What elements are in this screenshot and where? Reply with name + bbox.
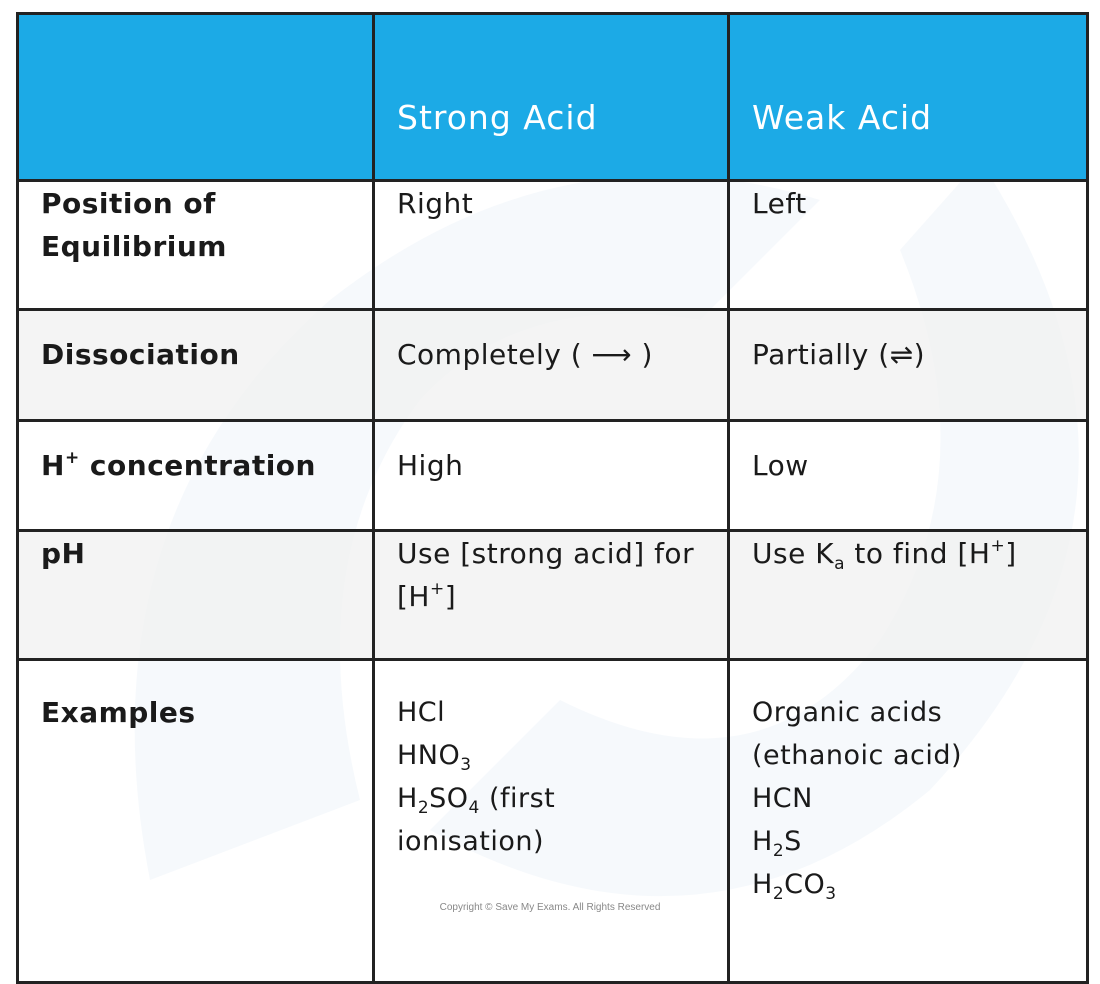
row-label: H+ concentration	[16, 419, 375, 532]
weak-value: Low	[727, 419, 1089, 532]
header-row: Strong Acid Weak Acid	[16, 12, 1089, 182]
example-item: HCl	[397, 697, 446, 728]
example-item: H2S	[752, 826, 802, 861]
row-dissociation: Dissociation Completely ( ⟶ ) Partially …	[16, 308, 1089, 422]
row-label: pH	[16, 529, 375, 661]
weak-value: Left	[727, 179, 1089, 311]
row-position-of-equilibrium: Position of Equilibrium Right Left	[16, 179, 1089, 311]
strong-value: High	[372, 419, 730, 532]
strong-value: Completely ( ⟶ )	[372, 308, 730, 422]
strong-examples: HCl HNO3 H2SO4 (first ionisation)	[372, 658, 730, 984]
example-item: HCN	[752, 783, 813, 814]
strong-value: Right	[372, 179, 730, 311]
weak-value: Use Ka to find [H+]	[727, 529, 1089, 661]
row-label: Position of Equilibrium	[16, 179, 375, 311]
weak-examples: Organic acids (ethanoic acid) HCN H2S H2…	[727, 658, 1089, 984]
row-h-concentration: H+ concentration High Low	[16, 419, 1089, 532]
example-item: HNO3	[397, 740, 472, 775]
example-item: H2CO3	[752, 869, 837, 904]
header-weak-acid: Weak Acid	[727, 12, 1089, 182]
header-empty	[16, 12, 375, 182]
row-label: Examples	[16, 658, 375, 984]
strong-value: Use [strong acid] for [H+]	[372, 529, 730, 661]
row-examples: Examples HCl HNO3 H2SO4 (first ionisatio…	[16, 658, 1089, 984]
acid-comparison-table: Strong Acid Weak Acid Position of Equili…	[16, 12, 1089, 984]
row-ph: pH Use [strong acid] for [H+] Use Ka to …	[16, 529, 1089, 661]
row-label: Dissociation	[16, 308, 375, 422]
header-strong-acid: Strong Acid	[372, 12, 730, 182]
example-item: H2SO4 (first ionisation)	[397, 783, 556, 857]
weak-value: Partially (⇌)	[727, 308, 1089, 422]
copyright-footer: Copyright © Save My Exams. All Rights Re…	[439, 902, 661, 913]
example-item: Organic acids (ethanoic acid)	[752, 697, 963, 771]
